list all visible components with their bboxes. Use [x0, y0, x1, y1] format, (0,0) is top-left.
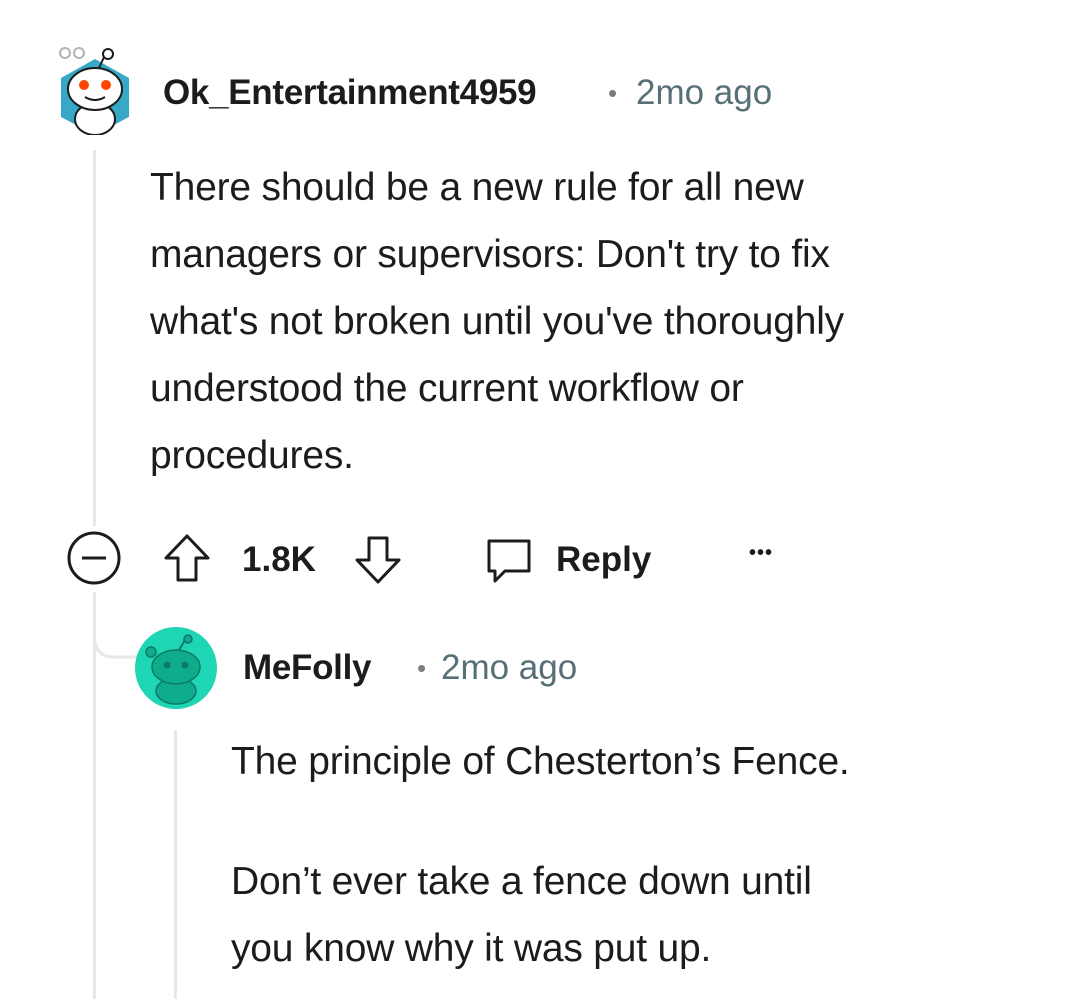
reply-header: MeFolly • 2mo ago [135, 627, 835, 709]
reply-body-line: you know why it was put up. [231, 927, 712, 970]
comment-body-line: managers or supervisors: Don't try to fi… [150, 233, 830, 276]
comment-header: Ok_Entertainment4959 • 2mo ago [55, 45, 855, 135]
reply-timestamp[interactable]: 2mo ago [441, 648, 577, 688]
comment-body-line: what's not broken until you've thoroughl… [150, 300, 844, 343]
reply-button[interactable]: Reply [556, 540, 651, 580]
reply-bubble-icon[interactable] [483, 535, 535, 587]
comment-timestamp[interactable]: 2mo ago [636, 73, 772, 113]
reply-author[interactable]: MeFolly [243, 648, 372, 688]
comment-body-line: understood the current workflow or [150, 367, 744, 410]
reply-body: The principle of Chesterton’s Fence. Don… [231, 728, 1051, 982]
upvote-icon[interactable] [162, 532, 212, 584]
thread-line-main[interactable] [93, 150, 96, 526]
comment-body-line: procedures. [150, 434, 354, 477]
comment-action-bar: 1.8K Reply ••• [66, 530, 826, 590]
meta-separator: • [608, 78, 618, 108]
reply-body-line: Don’t ever take a fence down until [231, 860, 812, 903]
vote-count: 1.8K [242, 540, 316, 579]
meta-separator: • [417, 653, 427, 683]
snoo-avatar-teal-icon[interactable] [135, 627, 217, 709]
thread-line-reply[interactable] [174, 730, 177, 999]
comment-body-line: There should be a new rule for all new [150, 166, 804, 209]
reply-paragraph: The principle of Chesterton’s Fence. [231, 728, 1051, 795]
comment-body: There should be a new rule for all new m… [150, 154, 1050, 489]
snoo-avatar-white-icon[interactable] [55, 45, 135, 135]
comment-author[interactable]: Ok_Entertainment4959 [163, 73, 537, 113]
reply-paragraph: Don’t ever take a fence down until you k… [231, 848, 1051, 982]
more-options-icon[interactable]: ••• [749, 542, 773, 565]
downvote-icon[interactable] [353, 534, 403, 586]
collapse-icon[interactable] [66, 530, 122, 586]
reply-body-line: The principle of Chesterton’s Fence. [231, 740, 850, 783]
